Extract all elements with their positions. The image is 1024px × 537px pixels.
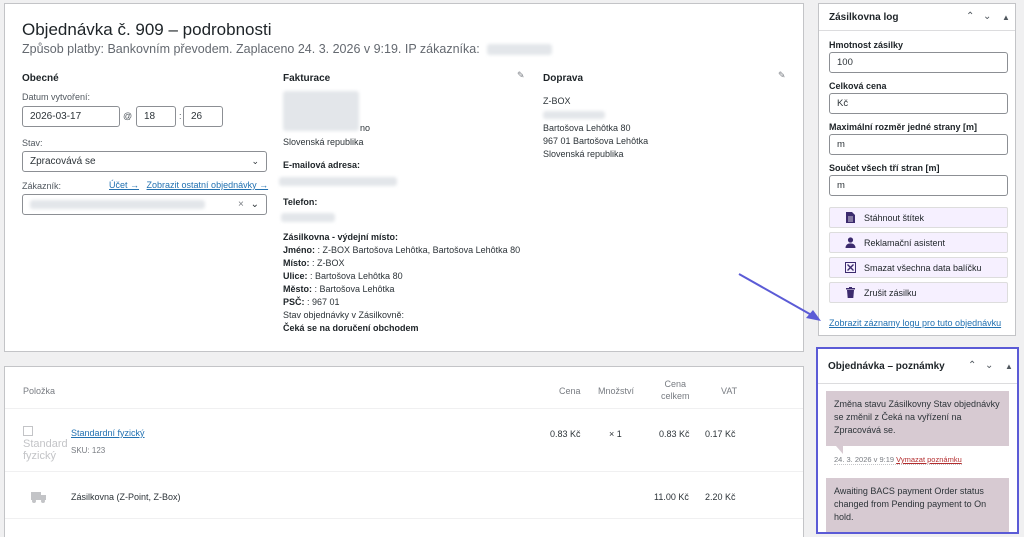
redacted-ip (487, 44, 553, 56)
account-link[interactable]: Účet → (109, 180, 139, 190)
max-dimension-input[interactable]: m (829, 134, 1008, 155)
pickup-zip: PSČ: : 967 01 (283, 297, 340, 307)
total-price-label: Celková cena (829, 81, 887, 91)
hour-input[interactable]: 18 (136, 106, 176, 127)
edit-billing-pencil-icon[interactable]: ✎ (517, 70, 525, 81)
shipping-total: 11.00 Kč (654, 492, 689, 502)
trash-icon (844, 287, 856, 299)
sum-dimensions-input[interactable]: m (829, 175, 1008, 196)
divider (5, 471, 803, 472)
col-qty: Množství (598, 386, 635, 396)
weight-input[interactable]: 100 (829, 52, 1008, 73)
note-tail (836, 446, 843, 454)
cancel-shipment-button[interactable]: Zrušit zásilku (829, 282, 1008, 303)
pickup-city: Město: : Bartošova Lehôtka (283, 284, 395, 294)
customer-links: Účet → Zobrazit ostatní objednávky → (109, 179, 268, 192)
move-down-icon[interactable]: ⌄ (985, 360, 993, 371)
billing-country: Slovenská republika (283, 137, 364, 147)
redacted-shipping-name (543, 111, 605, 119)
shipping-line: 967 01 Bartošova Lehôtka (543, 136, 649, 146)
product-sku: SKU: 123 (71, 446, 106, 455)
delete-note-link[interactable]: Vymazat poznámku (896, 455, 962, 464)
at-sign: @ (123, 111, 133, 121)
total-price-input[interactable]: Kč (829, 93, 1008, 114)
phone-label: Telefon: (283, 197, 318, 207)
note-meta: 24. 3. 2026 v 9:19 Vymazat poznámku (834, 455, 962, 465)
sum-dimensions-label: Součet všech tří stran [m] (829, 163, 940, 173)
status-select[interactable]: Zpracovává se ⌄ (22, 151, 267, 172)
status-label: Stav: (22, 138, 43, 148)
shipping-line: Slovenská republika (543, 149, 624, 159)
page-title: Objednávka č. 909 – podrobnosti (22, 20, 272, 39)
shipping-line: Bartošova Lehôtka 80 (543, 123, 631, 133)
broken-image-icon (23, 426, 33, 436)
packeta-log-box: Zásilkovna log ⌃ ⌄ ▲ Hmotnost zásilky 10… (818, 3, 1016, 336)
item-price: 0.83 Kč (550, 429, 581, 439)
order-note: Awaiting BACS payment Order status chang… (826, 478, 1009, 532)
clear-icon[interactable]: × (238, 199, 244, 210)
weight-label: Hmotnost zásilky (829, 40, 904, 50)
item-vat: 0.17 Kč (705, 429, 736, 439)
collapse-icon[interactable]: ▲ (1002, 13, 1010, 22)
customer-select[interactable]: × ⌄ (22, 194, 267, 215)
item-qty: × 1 (609, 429, 622, 439)
col-vat: VAT (721, 386, 738, 396)
collapse-icon[interactable]: ▲ (1005, 362, 1013, 371)
order-notes-box: Objednávka – poznámky ⌃ ⌄ ▲ Změna stavu … (816, 347, 1019, 534)
date-created-input[interactable]: 2026-03-17 (22, 106, 120, 127)
billing-partial-line: no (360, 123, 371, 133)
download-label-button[interactable]: Stáhnout štítek (829, 207, 1008, 228)
item-total: 0.83 Kč (659, 429, 690, 439)
shipping-line: Z-BOX (543, 96, 571, 106)
other-orders-link[interactable]: Zobrazit ostatní objednávky → (147, 180, 269, 190)
col-total: Cena celkem (661, 379, 690, 401)
redacted-billing-address (283, 91, 359, 131)
email-label: E-mailová adresa: (283, 160, 361, 170)
move-up-icon[interactable]: ⌃ (968, 360, 976, 371)
chevron-down-icon: ⌄ (251, 156, 259, 166)
order-note: Změna stavu Zásilkovny Stav objednávky s… (826, 391, 1009, 446)
max-dimension-label: Maximální rozměr jedné strany [m] (829, 122, 978, 132)
pickup-place: Místo: : Z-BOX (283, 258, 345, 268)
product-name-link[interactable]: Standardní fyzický (71, 428, 145, 438)
pickup-name: Jméno: : Z-BOX Bartošova Lehôtka, Bartoš… (283, 245, 521, 255)
product-image: Standardní fyzický (23, 426, 67, 464)
move-down-icon[interactable]: ⌄ (983, 11, 991, 22)
customer-label: Zákazník: (22, 181, 62, 191)
shipping-vat: 2.20 Kč (705, 492, 736, 502)
shipping-heading: Doprava (543, 73, 584, 84)
annotation-arrow (738, 273, 821, 321)
delete-box-icon (844, 262, 856, 274)
col-item: Položka (23, 386, 56, 396)
truck-icon (31, 490, 47, 508)
document-icon (844, 212, 856, 224)
pickup-heading: Zásilkovna - výdejní místo: (283, 232, 399, 242)
user-icon (844, 237, 856, 249)
divider (5, 408, 803, 409)
shipping-method-name: Zásilkovna (Z-Point, Z-Box) (71, 492, 181, 502)
pickup-street: Ulice: : Bartošova Lehôtka 80 (283, 271, 403, 281)
divider (5, 518, 803, 519)
claim-assistant-button[interactable]: Reklamační asistent (829, 232, 1008, 253)
billing-heading: Fakturace (283, 73, 331, 84)
order-details-panel: Objednávka č. 909 – podrobnosti Způsob p… (4, 3, 804, 352)
packeta-status-label: Stav objednávky v Zásilkovně: (283, 310, 405, 320)
minute-input[interactable]: 26 (183, 106, 223, 127)
order-subtitle: Způsob platby: Bankovním převodem. Zapla… (22, 42, 553, 56)
chevron-down-icon: ⌄ (250, 199, 259, 210)
delete-package-data-button[interactable]: Smazat všechna data balíčku (829, 257, 1008, 278)
col-price: Cena (559, 386, 581, 396)
packeta-status-value: Čeká se na doručení obchodem (283, 323, 419, 333)
redacted-customer (30, 200, 205, 209)
time-colon: : (179, 111, 182, 121)
general-heading: Obecné (22, 73, 59, 84)
redacted-email (279, 177, 397, 186)
order-items-panel: Položka Cena Množství Cena celkem VAT St… (4, 366, 804, 537)
edit-shipping-pencil-icon[interactable]: ✎ (778, 70, 786, 81)
view-log-link[interactable]: Zobrazit záznamy logu pro tuto objednávk… (829, 318, 1001, 328)
move-up-icon[interactable]: ⌃ (966, 11, 974, 22)
redacted-phone (281, 213, 335, 222)
date-created-label: Datum vytvoření: (22, 92, 91, 102)
